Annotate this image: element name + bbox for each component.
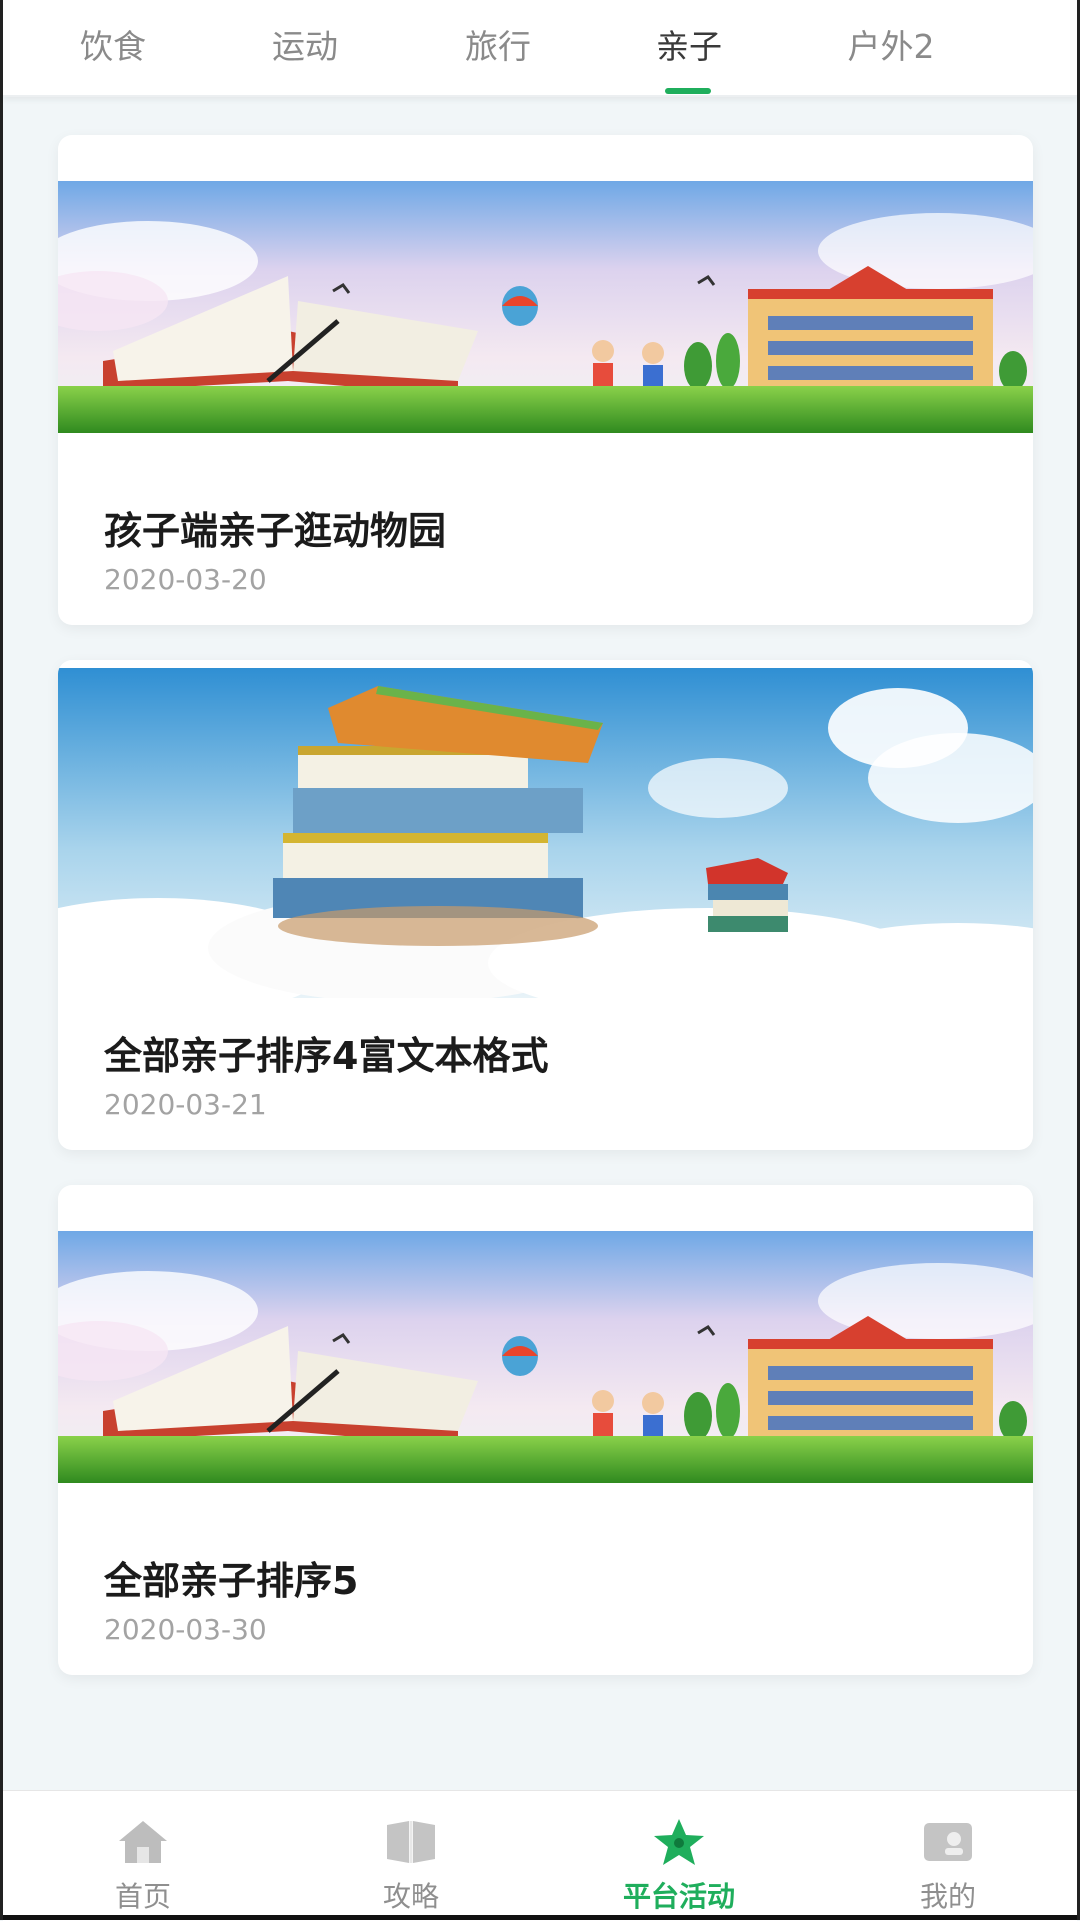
nav-mine-label: 我的 xyxy=(919,1880,976,1913)
home-icon xyxy=(119,1821,167,1863)
nav-home-label: 首页 xyxy=(114,1880,171,1913)
tab-parent-child[interactable]: 亲子 xyxy=(614,20,764,80)
tab-travel[interactable]: 旅行 xyxy=(423,20,573,80)
active-tab-indicator xyxy=(665,88,711,94)
nav-mine[interactable]: 我的 xyxy=(858,1791,1038,1921)
book-stack-sky-banner xyxy=(58,668,1033,998)
card-date: 2020-03-30 xyxy=(104,1613,267,1646)
card-title: 全部亲子排序5 xyxy=(104,1559,359,1603)
tab-sports[interactable]: 运动 xyxy=(230,20,380,80)
activity-card[interactable]: 全部亲子排序5 2020-03-30 xyxy=(58,1185,1033,1675)
nav-guide-label: 攻略 xyxy=(382,1880,439,1913)
tab-outdoor[interactable]: 户外2 xyxy=(816,20,966,80)
bottom-edge xyxy=(3,1915,1077,1920)
card-title: 全部亲子排序4富文本格式 xyxy=(104,1034,549,1078)
school-meadow-banner xyxy=(58,181,1033,433)
bottom-navigation: 首页 攻略 平台活动 我的 xyxy=(3,1790,1077,1921)
book-icon xyxy=(387,1821,435,1863)
category-tab-bar: 饮食 运动 旅行 亲子 户外2 xyxy=(3,0,1077,97)
card-title: 孩子端亲子逛动物园 xyxy=(104,509,447,553)
nav-platform-activity-label: 平台活动 xyxy=(622,1880,735,1913)
star-icon xyxy=(654,1819,704,1865)
activity-card[interactable]: 全部亲子排序4富文本格式 2020-03-21 xyxy=(58,660,1033,1150)
school-meadow-banner xyxy=(58,1231,1033,1483)
tab-diet[interactable]: 饮食 xyxy=(38,20,188,80)
nav-guide[interactable]: 攻略 xyxy=(321,1791,501,1921)
nav-platform-activity[interactable]: 平台活动 xyxy=(589,1791,769,1921)
nav-home[interactable]: 首页 xyxy=(53,1791,233,1921)
card-date: 2020-03-20 xyxy=(104,563,267,596)
activity-card[interactable]: 孩子端亲子逛动物园 2020-03-20 xyxy=(58,135,1033,625)
card-date: 2020-03-21 xyxy=(104,1088,267,1121)
profile-card-icon xyxy=(924,1823,972,1861)
